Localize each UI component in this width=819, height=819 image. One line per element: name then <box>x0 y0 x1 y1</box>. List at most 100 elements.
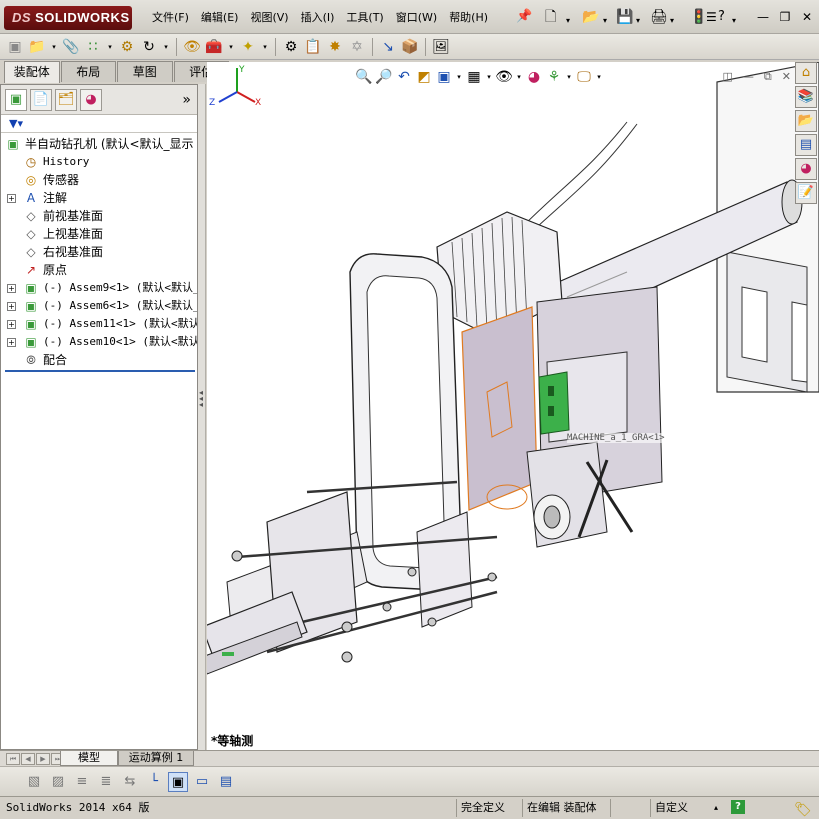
filter-lines-icon[interactable]: ≡ <box>72 772 92 792</box>
tree-item[interactable]: + ▣ (-) Assem6<1> (默认<默认_显 <box>1 297 197 315</box>
display-style-dropdown-icon[interactable]: ▾ <box>485 68 493 86</box>
insert-dropdown-icon[interactable]: ▾ <box>50 38 58 56</box>
close-icon[interactable]: ✕ <box>799 8 815 24</box>
new-motion-study-icon[interactable]: ⚙ <box>282 38 300 56</box>
new-dropdown-icon[interactable]: ▾ <box>566 12 570 30</box>
design-library-icon[interactable]: 📚 <box>795 86 817 108</box>
expand-icon[interactable]: + <box>7 320 16 329</box>
explode-line-sketch-icon[interactable]: ✡ <box>348 38 366 56</box>
custom-properties-icon[interactable]: 📝 <box>795 182 817 204</box>
move-dropdown-icon[interactable]: ▾ <box>162 38 170 56</box>
menu-file[interactable]: 文件(F) <box>146 9 195 27</box>
edit-component-icon[interactable]: ▣ <box>6 38 24 56</box>
configuration-manager-tab-icon[interactable]: 🗂 <box>55 88 77 111</box>
view-orientation-icon[interactable]: ▣ <box>435 68 453 86</box>
mate-icon[interactable]: 📎 <box>62 38 80 56</box>
menu-view[interactable]: 视图(V) <box>244 9 294 27</box>
menu-window[interactable]: 窗口(W) <box>390 9 443 27</box>
expand-icon[interactable]: + <box>7 302 16 311</box>
solidworks-logo[interactable]: DS SOLIDWORKS <box>4 6 132 30</box>
rebuild-icon[interactable]: 🚦 <box>690 8 707 26</box>
show-hidden-icon[interactable]: 👁 <box>183 38 201 56</box>
viewport-restore-icon[interactable]: ⧉ <box>764 70 772 84</box>
prev-tab-icon[interactable]: ◀ <box>21 753 35 765</box>
pin-icon[interactable]: 📌 <box>516 9 532 24</box>
view-settings-icon[interactable]: 🖵 <box>575 68 593 86</box>
reference-dropdown-icon[interactable]: ▾ <box>261 38 269 56</box>
filter-faces-icon[interactable]: ▧ <box>24 772 44 792</box>
zoom-to-area-icon[interactable]: 🔎 <box>375 68 393 86</box>
filter-bodies-icon[interactable]: ▨ <box>48 772 68 792</box>
hide-show-dropdown-icon[interactable]: ▾ <box>515 68 523 86</box>
section-view-icon[interactable]: ◩ <box>415 68 433 86</box>
update-speedpak-icon[interactable]: 📦 <box>401 38 419 56</box>
tree-item[interactable]: ↗ 原点 <box>1 261 197 279</box>
options-icon[interactable]: ☰ <box>706 8 717 26</box>
help-dropdown-icon[interactable]: ▾ <box>732 12 736 30</box>
filter-components-icon[interactable]: ▣ <box>168 771 188 792</box>
instant3d-icon[interactable]: ↘ <box>379 38 397 56</box>
expand-icon[interactable]: + <box>7 338 16 347</box>
tab-assembly[interactable]: 装配体 <box>4 61 60 83</box>
filter-icon[interactable]: ▼▾ <box>9 117 23 130</box>
filter-dims-icon[interactable]: ≣ <box>96 772 116 792</box>
bill-of-materials-icon[interactable]: 📋 <box>304 38 322 56</box>
apply-scene-icon[interactable]: ⚘ <box>545 68 563 86</box>
appearances-scenes-icon[interactable]: ◕ <box>795 158 817 180</box>
panel-splitter[interactable]: ◂ ◂ ◂ <box>198 84 206 750</box>
menu-help[interactable]: 帮助(H) <box>443 9 494 27</box>
file-explorer-icon[interactable]: 📂 <box>795 110 817 132</box>
tree-item[interactable]: + A 注解 <box>1 189 197 207</box>
tree-item[interactable]: ◇ 右视基准面 <box>1 243 197 261</box>
view-orientation-dropdown-icon[interactable]: ▾ <box>455 68 463 86</box>
tab-layout[interactable]: 布局 <box>60 61 116 82</box>
filter-mates-icon[interactable]: ⇆ <box>120 772 140 792</box>
print-icon[interactable]: 🖨 <box>650 8 668 26</box>
viewport-close-icon[interactable]: ✕ <box>782 70 791 84</box>
display-manager-tab-icon[interactable]: ◕ <box>80 88 102 111</box>
features-dropdown-icon[interactable]: ▾ <box>227 38 235 56</box>
units-dropdown-icon[interactable]: ▴ <box>710 799 724 817</box>
graphics-area[interactable]: 🔍 🔎 ↶ ◩ ▣ ▾ ▦ ▾ 👁 ▾ ◕ ⚘ ▾ 🖵 ▾ ◫ — ⧉ ✕ MA… <box>207 62 819 750</box>
filter-axes-icon[interactable]: └ <box>144 772 164 792</box>
help-question-icon[interactable]: ? <box>718 8 725 26</box>
restore-icon[interactable]: ❐ <box>777 8 793 24</box>
filter-planes-icon[interactable]: ▭ <box>192 772 212 792</box>
hide-show-items-icon[interactable]: 👁 <box>495 68 513 86</box>
assembly-features-icon[interactable]: 🧰 <box>205 38 223 56</box>
tree-item[interactable]: ◎ 传感器 <box>1 171 197 189</box>
tab-sketch[interactable]: 草图 <box>117 61 173 82</box>
tab-motion-study[interactable]: 运动算例 1 <box>118 751 194 766</box>
edit-appearance-icon[interactable]: ◕ <box>525 68 543 86</box>
new-document-icon[interactable]: 🗋 <box>545 8 556 26</box>
viewport-minimize-icon[interactable]: — <box>743 70 754 84</box>
view-palette-icon[interactable]: ▤ <box>795 134 817 156</box>
view-settings-dropdown-icon[interactable]: ▾ <box>595 68 603 86</box>
status-units[interactable]: 自定义 <box>650 799 710 817</box>
minimize-icon[interactable]: — <box>755 8 771 24</box>
first-tab-icon[interactable]: ⏮ <box>6 753 20 765</box>
open-dropdown-icon[interactable]: ▾ <box>603 12 607 30</box>
scene-dropdown-icon[interactable]: ▾ <box>565 68 573 86</box>
save-icon[interactable]: 💾 <box>616 8 633 26</box>
menu-edit[interactable]: 编辑(E) <box>195 9 245 27</box>
feature-manager-tab-icon[interactable]: ▣ <box>5 88 27 111</box>
next-tab-icon[interactable]: ▶ <box>36 753 50 765</box>
viewport-split-icon[interactable]: ◫ <box>723 70 733 84</box>
smart-fasteners-icon[interactable]: ⚙ <box>118 38 136 56</box>
tree-item[interactable]: ◇ 上视基准面 <box>1 225 197 243</box>
move-component-icon[interactable]: ↻ <box>140 38 158 56</box>
exploded-view-icon[interactable]: ✸ <box>326 38 344 56</box>
open-icon[interactable]: 📂 <box>582 8 599 26</box>
tree-item[interactable]: + ▣ (-) Assem11<1> (默认<默认_ <box>1 315 197 333</box>
tree-filter[interactable]: ▼▾ <box>1 115 197 133</box>
solidworks-resources-icon[interactable]: ⌂ <box>795 62 817 84</box>
status-help-icon[interactable]: ? <box>731 800 745 814</box>
display-style-icon[interactable]: ▦ <box>465 68 483 86</box>
pattern-dropdown-icon[interactable]: ▾ <box>106 38 114 56</box>
zoom-to-fit-icon[interactable]: 🔍 <box>355 68 373 86</box>
tree-item[interactable]: ◷ History <box>1 153 197 171</box>
property-manager-tab-icon[interactable]: 📄 <box>30 88 52 111</box>
collapse-grip-icon[interactable]: ◂ ◂ ◂ <box>199 389 203 409</box>
expand-icon[interactable]: + <box>7 194 16 203</box>
